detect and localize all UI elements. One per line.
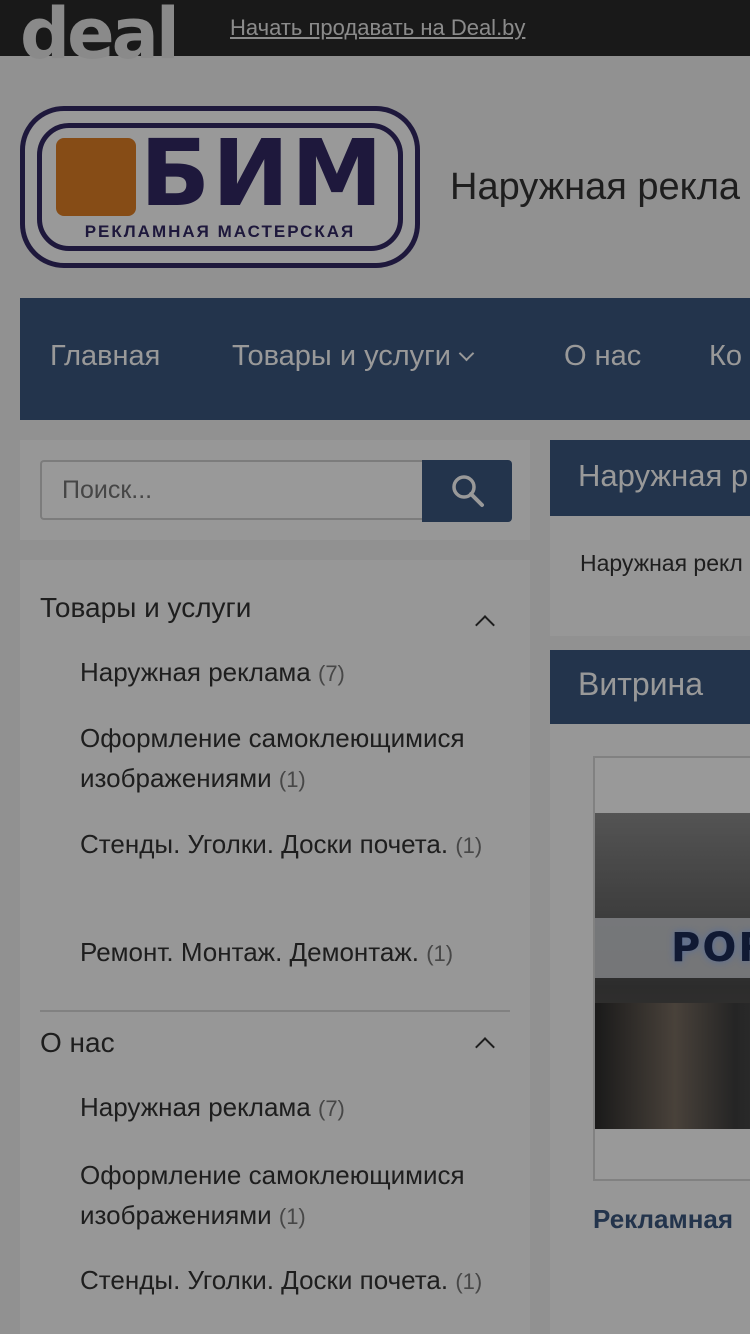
menu-item-count: (1) [278, 1204, 306, 1229]
storefront-sign: POR [671, 925, 750, 971]
menu-section-about[interactable]: О нас [40, 1027, 115, 1059]
start-selling-link[interactable]: Начать продавать на Deal.by [230, 15, 525, 41]
nav-item-home[interactable]: Главная [50, 340, 160, 373]
nav-label: Ко [709, 340, 743, 372]
product-image[interactable]: POR [595, 813, 750, 1129]
menu-item-label: Стенды. Уголки. Доски почета. [80, 829, 449, 859]
content-heading: Наружная р [578, 458, 749, 493]
content-description: Наружная рекл реклама, отде [550, 516, 750, 636]
nav-item-contacts[interactable]: Ко [709, 340, 742, 373]
menu-item-self-adhesive[interactable]: Оформление самоклеющимися изображениями … [80, 718, 510, 800]
menu-item-count: (1) [426, 941, 454, 966]
nav-item-products[interactable]: Товары и услуги [232, 340, 475, 373]
menu-item-stands[interactable]: Стенды. Уголки. Доски почета. (1) [80, 1260, 510, 1302]
search-input[interactable] [40, 460, 424, 520]
chevron-up-icon[interactable] [475, 615, 495, 635]
menu-item-label: Ремонт. Монтаж. Демонтаж. [80, 937, 419, 967]
menu-item-label: Стенды. Уголки. Доски почета. [80, 1265, 449, 1295]
menu-item-label: Оформление самоклеющимися изображениями [80, 1160, 465, 1230]
product-title-link[interactable]: Рекламная [593, 1204, 733, 1235]
menu-item-label: Наружная реклама [80, 657, 311, 687]
logo-subtitle: РЕКЛАМНАЯ МАСТЕРСКАЯ [84, 222, 356, 241]
product-card[interactable]: POR [593, 756, 750, 1181]
showcase-panel: POR Рекламная [550, 724, 750, 1334]
nav-label: О нас [564, 340, 642, 372]
company-logo[interactable]: БИМ РЕКЛАМНАЯ МАСТЕРСКАЯ [20, 106, 420, 268]
storefront-interior [595, 1003, 750, 1129]
search-button[interactable] [422, 460, 512, 522]
menu-item-self-adhesive[interactable]: Оформление самоклеющимися изображениями … [80, 1155, 510, 1237]
page: deal Начать продавать на Deal.by БИМ РЕК… [0, 0, 750, 1334]
menu-item-label: Оформление самоклеющимися изображениями [80, 723, 465, 793]
deal-logo[interactable]: deal [20, 0, 180, 74]
logo-orange-square [56, 138, 136, 216]
nav-label: Товары и услуги [232, 340, 451, 372]
menu-item-outdoor-ads[interactable]: Наружная реклама (7) [80, 652, 510, 694]
chevron-up-icon[interactable] [475, 1037, 495, 1057]
menu-item-count: (1) [278, 767, 306, 792]
description-text: Наружная рекл реклама, отде [580, 550, 750, 576]
search-panel [20, 440, 530, 540]
menu-item-count: (7) [318, 661, 345, 686]
logo-frame: БИМ РЕКЛАМНАЯ МАСТЕРСКАЯ [37, 123, 403, 251]
search-icon [452, 475, 484, 507]
menu-item-outdoor-ads[interactable]: Наружная реклама (7) [80, 1087, 510, 1129]
menu-section-products[interactable]: Товары и услуги [40, 592, 251, 624]
chevron-down-icon [458, 345, 475, 362]
content-heading-bar: Наружная р [550, 440, 750, 516]
menu-item-count: (7) [318, 1096, 345, 1121]
menu-item-repair[interactable]: Ремонт. Монтаж. Демонтаж. (1) [80, 932, 510, 974]
site-title: Наружная рекла [450, 166, 741, 208]
menu-item-count: (1) [455, 1269, 483, 1294]
logo-title: БИМ [140, 123, 385, 227]
nav-label: Главная [50, 340, 161, 372]
main-nav: Главная Товары и услуги О нас Ко [20, 298, 750, 420]
menu-item-label: Наружная реклама [80, 1092, 311, 1122]
showcase-heading: Витрина [578, 666, 704, 702]
nav-item-about[interactable]: О нас [564, 340, 641, 373]
menu-item-stands[interactable]: Стенды. Уголки. Доски почета. (1) [80, 824, 510, 866]
sidebar-menu: Товары и услуги Наружная реклама (7) Офо… [20, 560, 530, 1334]
showcase-heading-bar: Витрина [550, 650, 750, 724]
top-bar: deal Начать продавать на Deal.by [0, 0, 750, 74]
menu-divider [40, 1010, 510, 1012]
menu-item-count: (1) [455, 833, 483, 858]
